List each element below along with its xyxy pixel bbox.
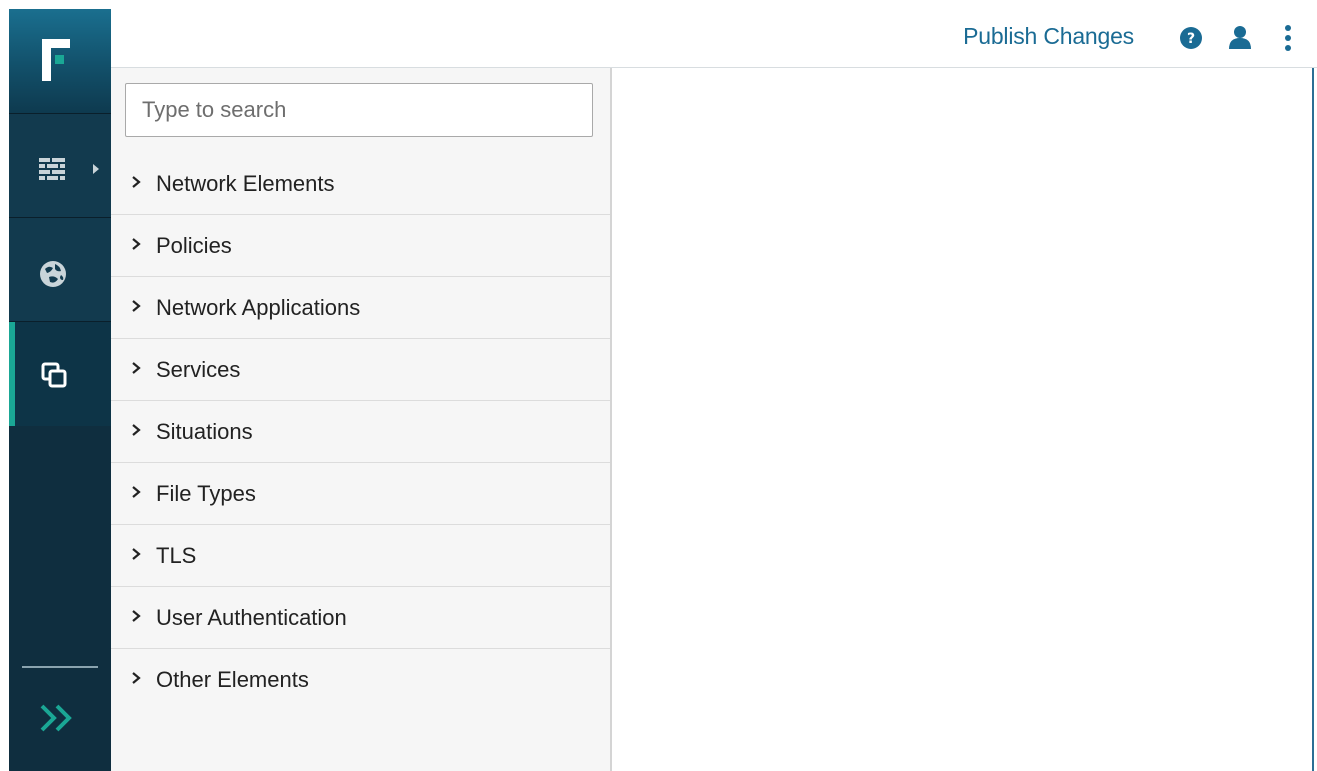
overlap-squares-icon xyxy=(41,362,67,388)
tree-item-label: Policies xyxy=(156,233,232,258)
main-content xyxy=(612,68,1313,771)
tree-item-label: Situations xyxy=(156,419,253,444)
elements-panel: Network Elements Policies Network Applic… xyxy=(111,68,612,771)
more-vertical-icon[interactable] xyxy=(1284,25,1292,51)
rail-item-firewall[interactable] xyxy=(9,113,111,218)
help-icon[interactable]: ? xyxy=(1180,27,1202,49)
tree-item-network-elements[interactable]: Network Elements xyxy=(111,153,610,215)
tree-item-other-elements[interactable]: Other Elements xyxy=(111,649,610,710)
firewall-icon xyxy=(39,158,65,180)
user-icon[interactable] xyxy=(1228,25,1252,49)
tree-item-label: Network Applications xyxy=(156,295,361,320)
tree-item-network-applications[interactable]: Network Applications xyxy=(111,277,610,339)
content-border xyxy=(1312,68,1314,771)
tree-item-label: Other Elements xyxy=(156,667,309,692)
chevron-right-icon xyxy=(132,548,141,560)
tree-item-label: Services xyxy=(156,357,241,382)
publish-changes-button[interactable]: Publish Changes xyxy=(963,23,1134,50)
rail-item-elements[interactable] xyxy=(9,321,111,426)
search-input[interactable] xyxy=(125,83,593,137)
chevron-right-icon xyxy=(132,672,141,684)
chevron-right-icon xyxy=(132,362,141,374)
top-bar: Publish Changes ? xyxy=(111,9,1317,68)
chevron-right-icon xyxy=(132,176,141,188)
tree-item-label: TLS xyxy=(156,543,197,568)
globe-icon xyxy=(40,261,66,287)
caret-right-icon xyxy=(93,164,99,174)
logo-tile[interactable] xyxy=(9,9,111,113)
tree-item-label: Network Elements xyxy=(156,171,335,196)
chevron-right-icon xyxy=(132,610,141,622)
rail-divider xyxy=(22,666,98,668)
chevron-right-icon xyxy=(132,424,141,436)
tree-item-label: User Authentication xyxy=(156,605,347,630)
tree-item-situations[interactable]: Situations xyxy=(111,401,610,463)
chevron-right-icon xyxy=(132,486,141,498)
element-category-list: Network Elements Policies Network Applic… xyxy=(111,153,610,710)
svg-text:?: ? xyxy=(1187,31,1195,47)
tree-item-label: File Types xyxy=(156,481,256,506)
tree-item-user-authentication[interactable]: User Authentication xyxy=(111,587,610,649)
tree-item-file-types[interactable]: File Types xyxy=(111,463,610,525)
tree-item-services[interactable]: Services xyxy=(111,339,610,401)
double-chevron-right-icon[interactable] xyxy=(39,703,75,733)
tree-item-tls[interactable]: TLS xyxy=(111,525,610,587)
tree-item-policies[interactable]: Policies xyxy=(111,215,610,277)
rail-item-globe[interactable] xyxy=(9,217,111,322)
chevron-right-icon xyxy=(132,238,141,250)
chevron-right-icon xyxy=(132,300,141,312)
forcepoint-logo xyxy=(42,39,70,81)
nav-rail xyxy=(9,9,111,771)
